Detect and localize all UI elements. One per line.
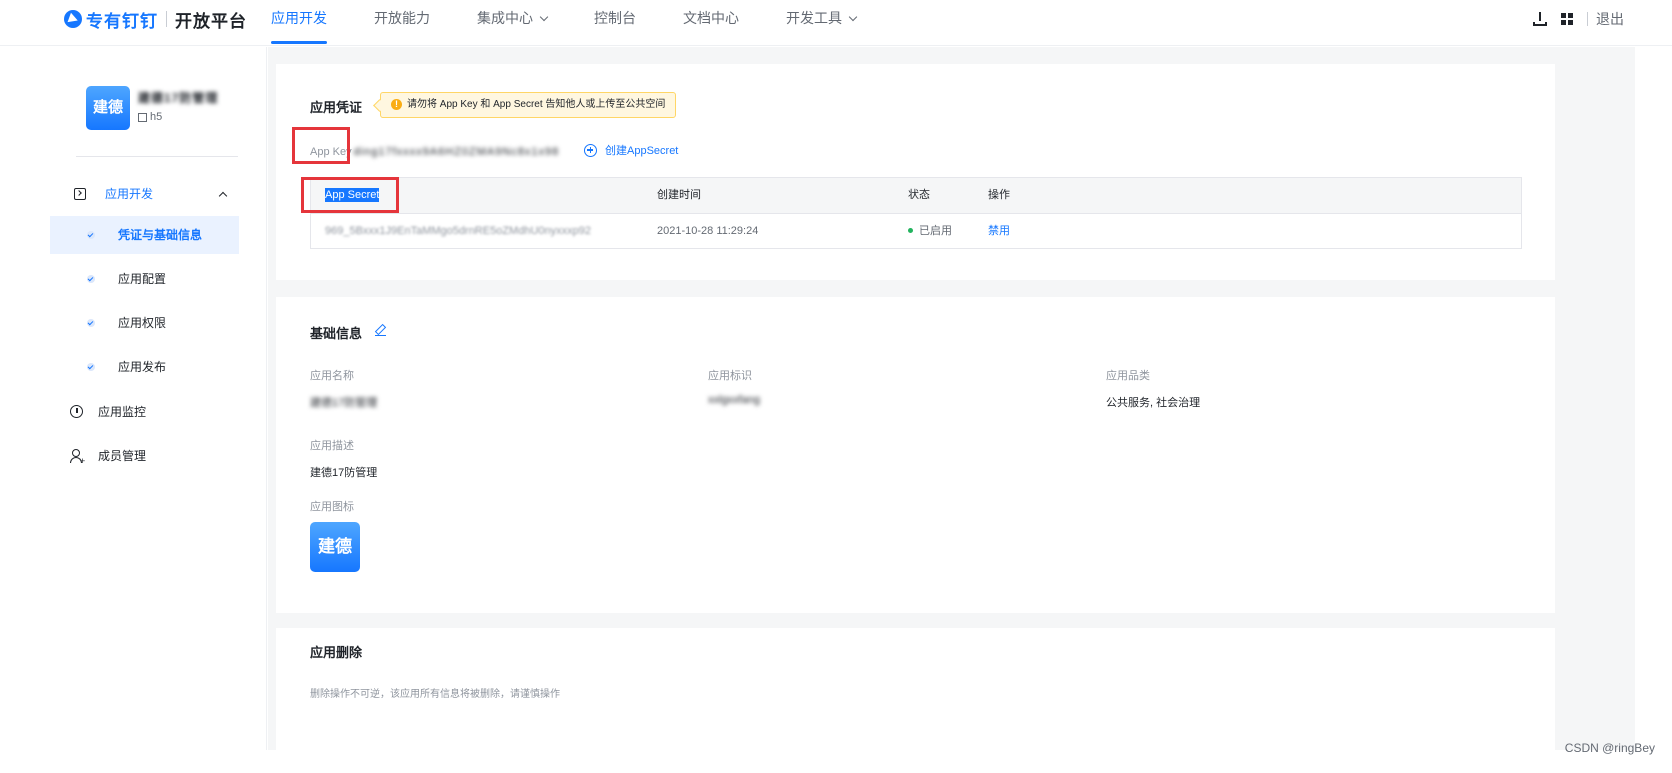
- secret-value[interactable]: 969_5Bxxx1J9EnTaMMgo5drnRE5oZMdhU0nyxxxp…: [311, 214, 657, 248]
- delete-card: 应用删除 删除操作不可逆，该应用所有信息将被删除，请谨慎操作: [276, 628, 1555, 750]
- nav-tab-app-dev[interactable]: 应用开发: [271, 0, 327, 46]
- nav-tab-console[interactable]: 控制台: [594, 0, 636, 46]
- column-header-action: 操作: [988, 189, 1010, 201]
- main-nav: 应用开发 开放能力 集成中心 控制台 文档中心 开发工具: [271, 0, 903, 46]
- credentials-card: 应用凭证 请勿将 App Key 和 App Secret 告知他人或上传至公共…: [276, 64, 1555, 280]
- user-add-icon: +: [70, 449, 85, 466]
- brand-subtitle: 开放平台: [175, 11, 247, 31]
- delete-description: 删除操作不可逆，该应用所有信息将被删除，请谨慎操作: [310, 689, 560, 700]
- field-app-id: 应用标识 xxlgxxfang: [708, 370, 760, 406]
- sidebar-divider: [76, 156, 238, 157]
- gauge-icon: [70, 405, 83, 418]
- sidebar-item-app-permissions[interactable]: 应用权限: [50, 304, 239, 342]
- check-circle-icon: [87, 363, 95, 371]
- sidebar: 建德 建德17防管理 h5 应用开发 凭证与基础信息 应用配置 应用权限 应用发…: [48, 47, 267, 750]
- highlight-box-app-secret: [301, 177, 399, 213]
- warning-icon: [391, 99, 402, 110]
- nav-tab-dev-tools[interactable]: 开发工具: [786, 0, 858, 46]
- nav-tab-open-ability[interactable]: 开放能力: [374, 0, 430, 46]
- check-circle-icon: [87, 275, 95, 283]
- chevron-down-icon: [848, 12, 858, 22]
- sidebar-item-app-publish[interactable]: 应用发布: [50, 348, 239, 386]
- field-app-icon: 应用图标 建德: [310, 498, 360, 572]
- create-app-secret-button[interactable]: 创建AppSecret: [584, 142, 678, 158]
- app-secret-table: App Secret 创建时间 状态 操作 969_5Bxxx1J9EnTaMM…: [310, 177, 1522, 249]
- disable-link[interactable]: 禁用: [988, 214, 1088, 248]
- app-type: h5: [138, 111, 218, 123]
- nav-tab-docs[interactable]: 文档中心: [683, 0, 739, 46]
- highlight-box-app-key: [292, 127, 350, 164]
- column-header-status: 状态: [908, 189, 930, 201]
- field-app-category: 应用品类 公共服务, 社会治理: [1106, 370, 1201, 409]
- dingtalk-logo-icon: [64, 10, 82, 28]
- chevron-down-icon: [539, 12, 549, 22]
- credentials-title: 应用凭证: [310, 100, 363, 115]
- basic-info-title: 基础信息: [310, 326, 363, 341]
- sidebar-item-credentials[interactable]: 凭证与基础信息: [50, 216, 239, 254]
- page: 专有钉钉 开放平台 应用开发 开放能力 集成中心 控制台 文档中心 开发工具 退…: [0, 0, 1672, 773]
- logout-link[interactable]: 退出: [1596, 9, 1624, 29]
- column-header-created: 创建时间: [657, 189, 701, 201]
- created-time: 2021-10-28 11:29:24: [657, 225, 759, 237]
- basic-info-card: 基础信息 应用名称 建德17防管理 应用标识 xxlgxxfang 应用品类 公…: [276, 297, 1555, 613]
- table-row: 969_5Bxxx1J9EnTaMMgo5drnRE5oZMdhU0nyxxxp…: [311, 213, 1521, 248]
- app-icon-image: 建德: [310, 522, 360, 572]
- app-name: 建德17防管理: [138, 91, 219, 105]
- grid-apps-icon[interactable]: [1561, 13, 1573, 25]
- status-dot-icon: [908, 228, 913, 233]
- app-avatar: 建德: [86, 86, 130, 130]
- check-circle-icon: [87, 319, 95, 327]
- field-app-name: 应用名称 建德17防管理: [310, 370, 378, 409]
- field-app-description: 应用描述 建德17防管理: [310, 440, 378, 479]
- top-navbar: 专有钉钉 开放平台 应用开发 开放能力 集成中心 控制台 文档中心 开发工具 退…: [0, 0, 1672, 46]
- nav-tab-integration-center[interactable]: 集成中心: [477, 0, 549, 46]
- sidebar-item-members[interactable]: + 成员管理: [48, 446, 267, 466]
- security-notice: 请勿将 App Key 和 App Secret 告知他人或上传至公共空间: [380, 92, 677, 118]
- delete-title: 应用删除: [310, 645, 363, 660]
- download-icon[interactable]: [1533, 12, 1547, 26]
- brand-logo[interactable]: 专有钉钉 开放平台: [64, 8, 247, 31]
- chevron-up-icon: [218, 191, 228, 201]
- app-card: 建德 建德17防管理 h5: [86, 86, 218, 130]
- brand-separator: [166, 11, 167, 27]
- nav-separator: [1587, 12, 1588, 26]
- edit-icon[interactable]: [375, 324, 386, 336]
- nav-right-actions: 退出: [1533, 8, 1624, 30]
- table-header: App Secret 创建时间 状态 操作: [311, 178, 1521, 213]
- watermark: CSDN @ringBey: [1564, 741, 1655, 755]
- check-circle-icon: [87, 231, 95, 239]
- terminal-icon: [74, 188, 86, 200]
- brand-name: 专有钉钉: [86, 11, 158, 31]
- h5-app-icon: [138, 112, 147, 122]
- status-badge: 已启用: [908, 214, 988, 248]
- sidebar-item-app-config[interactable]: 应用配置: [50, 260, 239, 298]
- app-meta: 建德17防管理 h5: [138, 89, 218, 130]
- sidebar-group-app-dev[interactable]: 应用开发: [48, 184, 267, 204]
- plus-circle-icon: [584, 143, 597, 157]
- sidebar-item-monitor[interactable]: 应用监控: [48, 402, 267, 422]
- app-key-value[interactable]: ding17fxxxx9A6HZ0ZMA9Nc8x1x98: [354, 146, 560, 158]
